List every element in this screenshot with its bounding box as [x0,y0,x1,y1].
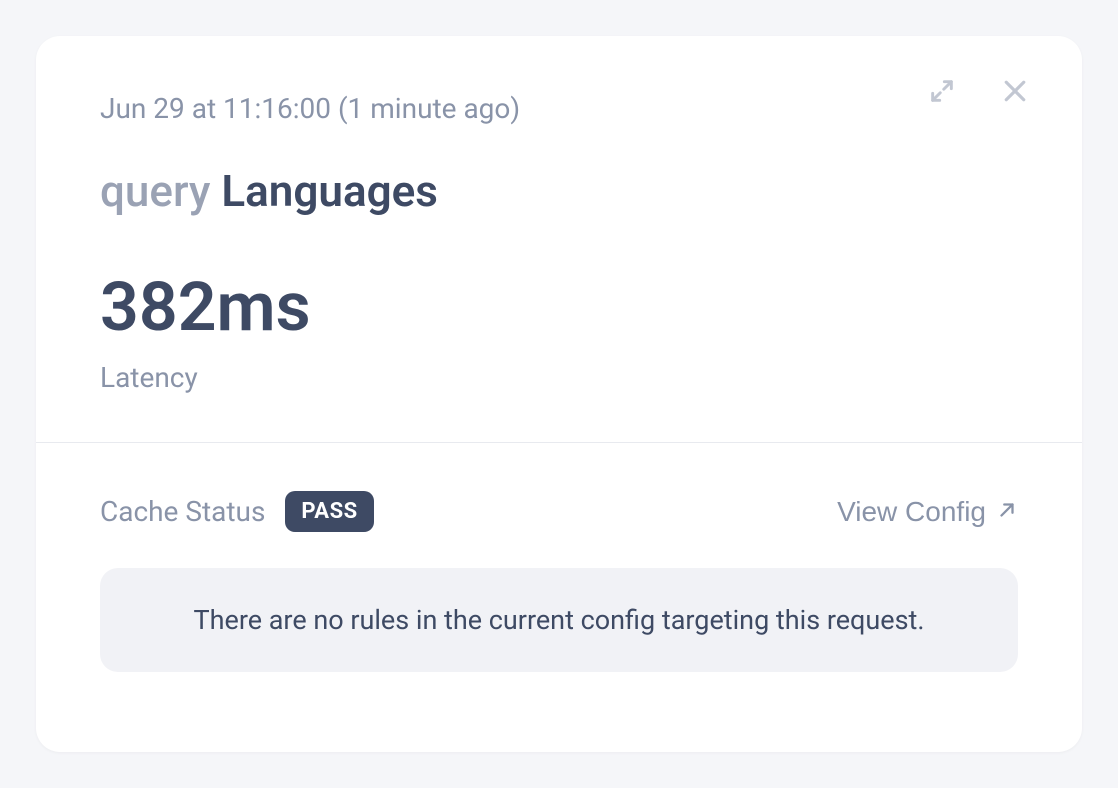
close-icon [1000,76,1030,109]
close-button[interactable] [996,72,1034,113]
latency-label: Latency [100,361,1018,394]
query-title: query Languages [100,165,1018,217]
latency-value: 382ms [100,273,1018,341]
query-type-label: query [100,165,210,217]
body-section: Cache Status PASS View Config There are … [36,443,1082,720]
detail-card: Jun 29 at 11:16:00 (1 minute ago) query … [36,36,1082,752]
query-name: Languages [221,165,438,217]
external-link-icon [996,496,1018,528]
config-message: There are no rules in the current config… [100,568,1018,672]
header-section: Jun 29 at 11:16:00 (1 minute ago) query … [36,36,1082,443]
timestamp: Jun 29 at 11:16:00 (1 minute ago) [100,92,1018,125]
card-controls [924,72,1034,113]
cache-status-label: Cache Status [100,495,265,528]
expand-button[interactable] [924,73,960,112]
cache-status-row: Cache Status PASS View Config [100,491,1018,532]
expand-icon [928,77,956,108]
cache-status-left: Cache Status PASS [100,491,374,532]
view-config-label: View Config [837,496,986,528]
cache-status-badge: PASS [285,491,373,532]
view-config-button[interactable]: View Config [837,496,1018,528]
